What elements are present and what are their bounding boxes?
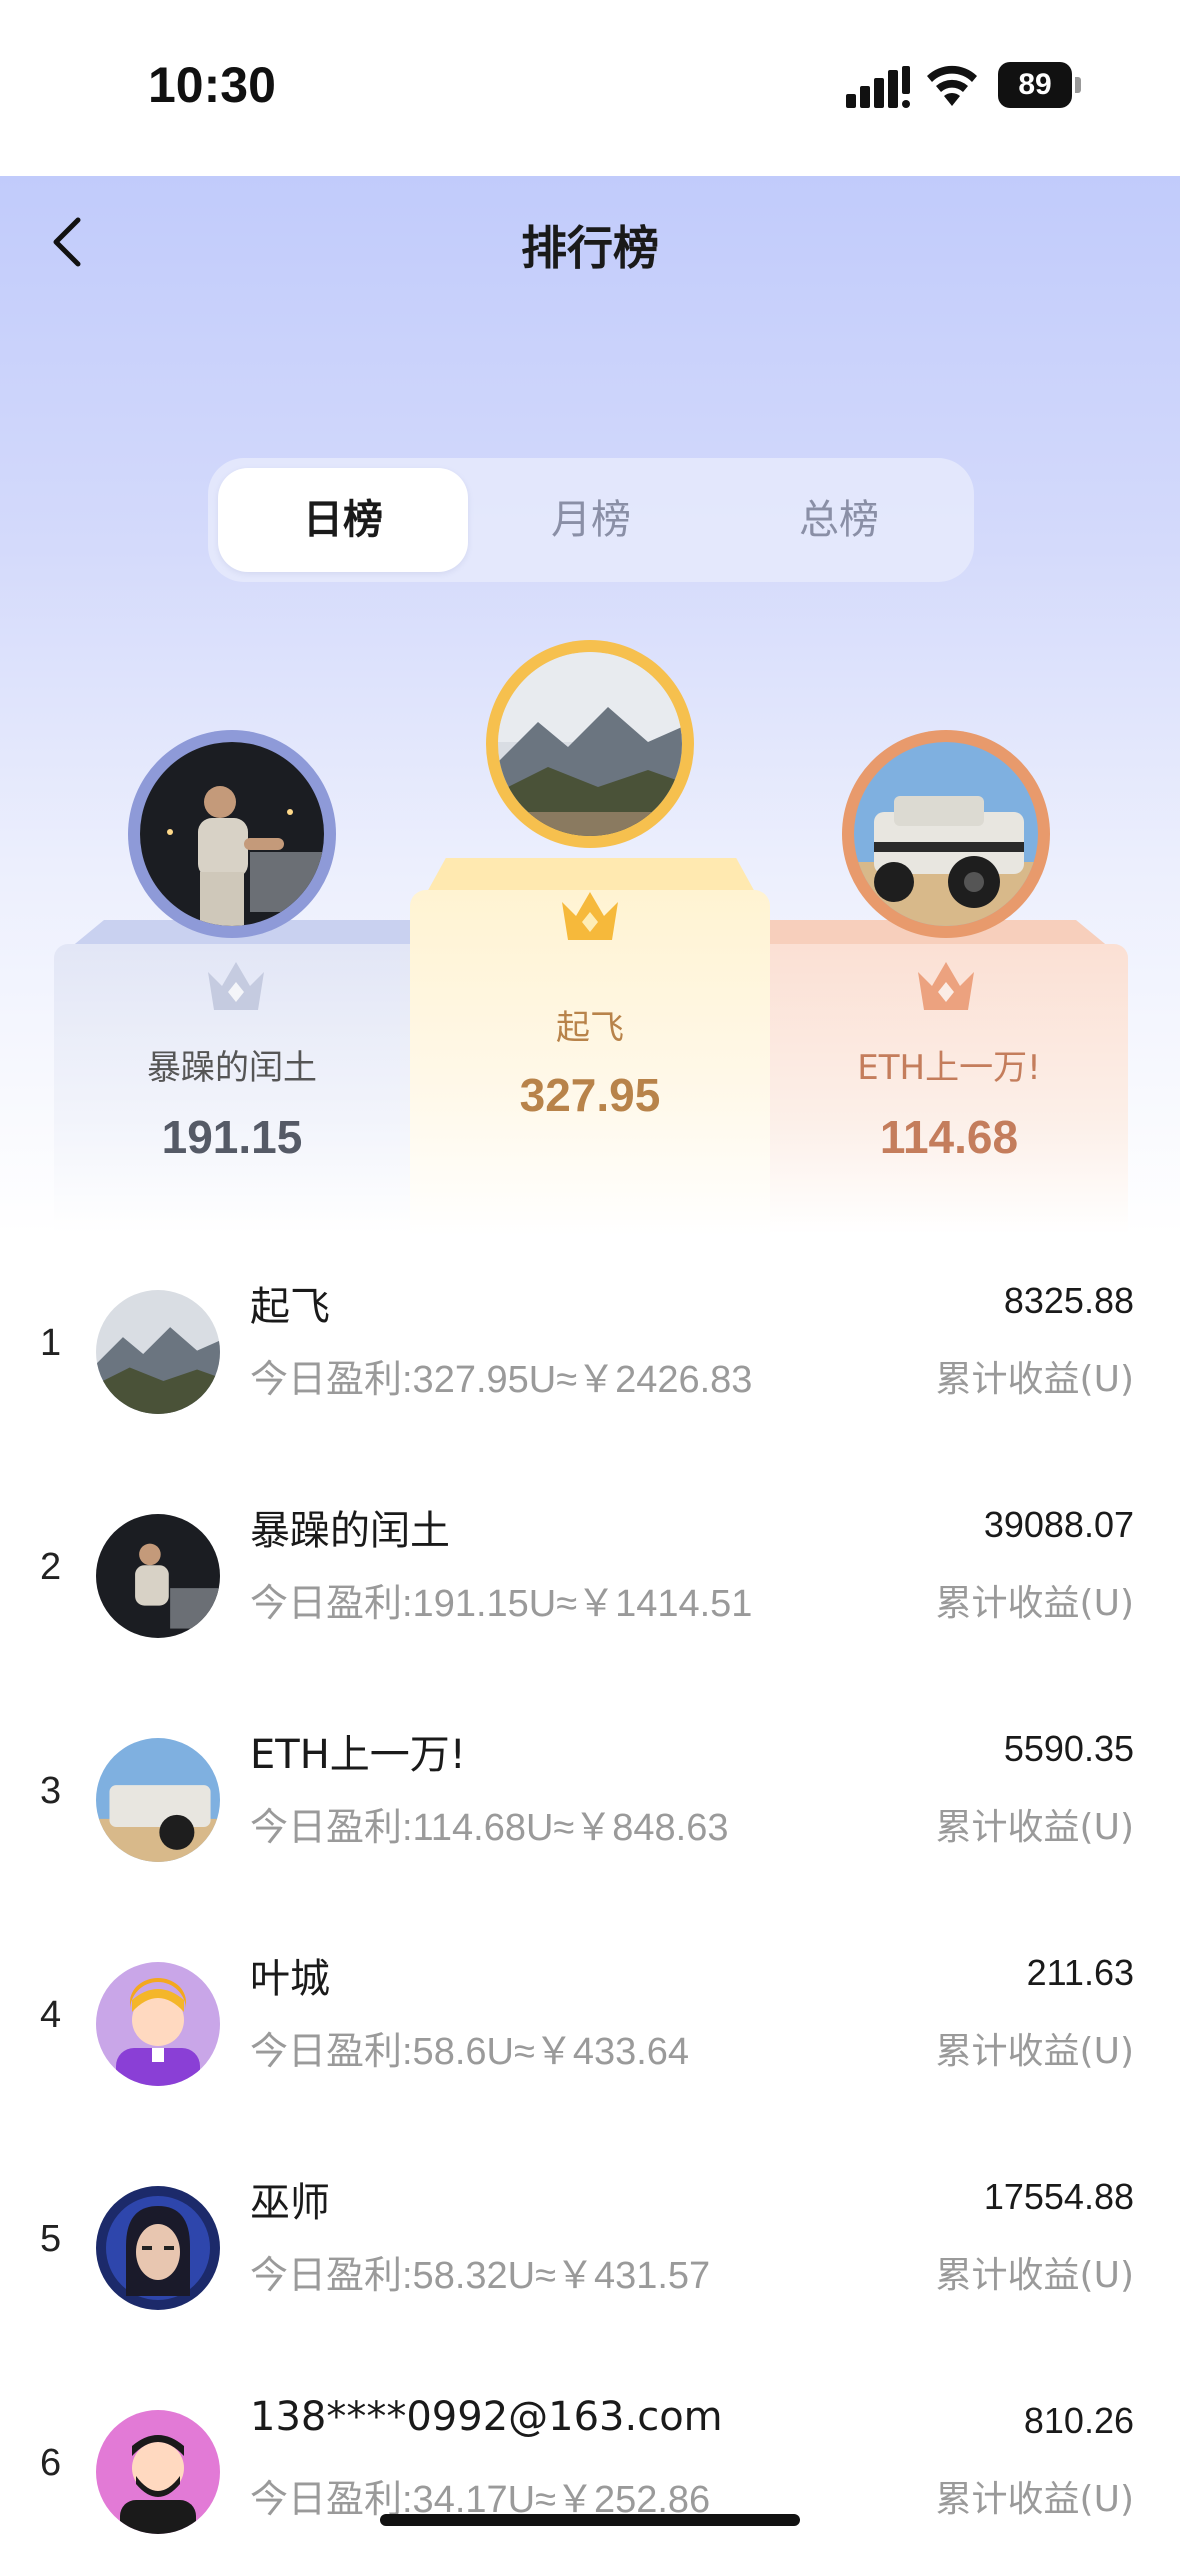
user-name: 起飞 [250,1284,330,1330]
podium-first-score: 327.95 [519,1069,661,1121]
avatar [96,2186,220,2310]
total-profit-label: 累计收益(U) [935,2479,1134,2520]
podium-first-avatar[interactable] [486,640,694,848]
total-profit: 17554.88 [983,2176,1134,2217]
rank-number: 1 [40,1322,62,1364]
user-name: ETH上一万! [250,1732,466,1778]
tab-daily[interactable]: 日榜 [218,468,468,572]
battery-icon: 89 [998,62,1082,108]
silver-crown-icon [208,962,264,1010]
gold-crown-icon [562,892,618,940]
podium-third-score: 114.68 [879,1111,1019,1163]
total-profit: 211.63 [1026,1952,1134,1993]
podium-second-score: 191.15 [161,1111,303,1163]
period-tabs: 日榜 月榜 总榜 [208,458,974,582]
today-profit: 今日盈利:58.6U≈￥433.64 [250,2031,690,2073]
rank-number: 5 [40,2218,62,2260]
status-time: 10:30 [148,57,276,113]
total-profit-label: 累计收益(U) [935,1583,1134,1624]
total-profit: 8325.88 [1003,1280,1134,1321]
avatar [96,1962,220,2086]
user-name: 巫师 [250,2180,330,2226]
total-profit-label: 累计收益(U) [935,2255,1134,2296]
total-profit: 39088.07 [983,1504,1134,1545]
today-profit: 今日盈利:58.32U≈￥431.57 [250,2255,711,2297]
rank-number: 3 [40,1770,62,1812]
today-profit: 今日盈利:114.68U≈￥848.63 [250,1807,729,1849]
avatar [96,1738,220,1862]
total-profit-label: 累计收益(U) [935,1359,1134,1400]
list-item[interactable]: 5 巫师 今日盈利:58.32U≈￥431.57 17554.88 累计收益(U… [0,2146,1180,2370]
avatar [96,1290,220,1414]
today-profit: 今日盈利:191.15U≈￥1414.51 [250,1583,753,1625]
tab-overall[interactable]: 总榜 [714,468,964,572]
bronze-crown-icon [918,962,974,1010]
podium-first-name: 起飞 [556,1008,624,1048]
list-item[interactable]: 1 起飞 今日盈利:327.95U≈￥2426.83 8325.88 累计收益(… [0,1250,1180,1474]
list-item[interactable]: 2 暴躁的闰土 今日盈利:191.15U≈￥1414.51 39088.07 累… [0,1474,1180,1698]
total-profit: 810.26 [1023,2400,1134,2441]
wifi-icon [927,65,977,106]
list-item[interactable]: 4 叶城 今日盈利:58.6U≈￥433.64 211.63 累计收益(U) [0,1922,1180,2146]
rank-number: 6 [40,2442,62,2484]
total-profit: 5590.35 [1003,1728,1134,1769]
list-item[interactable]: 6 138****0992@163.com 今日盈利:34.17U≈￥252.8… [0,2370,1180,2556]
today-profit: 今日盈利:327.95U≈￥2426.83 [250,1359,753,1401]
rank-number: 4 [40,1994,62,2036]
podium-third-avatar[interactable] [842,730,1050,938]
battery-level: 89 [998,62,1072,108]
list-item[interactable]: 3 ETH上一万! 今日盈利:114.68U≈￥848.63 5590.35 累… [0,1698,1180,1922]
rank-number: 2 [40,1546,62,1588]
home-indicator[interactable] [380,2514,800,2526]
status-bar: 10:30 89 [0,0,1180,176]
tab-monthly[interactable]: 月榜 [466,468,716,572]
total-profit-label: 累计收益(U) [935,1807,1134,1848]
user-name: 暴躁的闰土 [250,1508,450,1554]
user-name: 叶城 [250,1956,330,2002]
avatar [96,2410,220,2534]
page-title: 排行榜 [521,221,659,275]
podium-second-name: 暴躁的闰土 [147,1048,317,1088]
avatar [96,1514,220,1638]
cellular-signal-icon [846,66,910,108]
podium-second-avatar[interactable] [128,730,336,938]
total-profit-label: 累计收益(U) [935,2031,1134,2072]
user-name: 138****0992@163.com [250,2394,723,2440]
podium-third-name: ETH上一万! [857,1048,1041,1088]
